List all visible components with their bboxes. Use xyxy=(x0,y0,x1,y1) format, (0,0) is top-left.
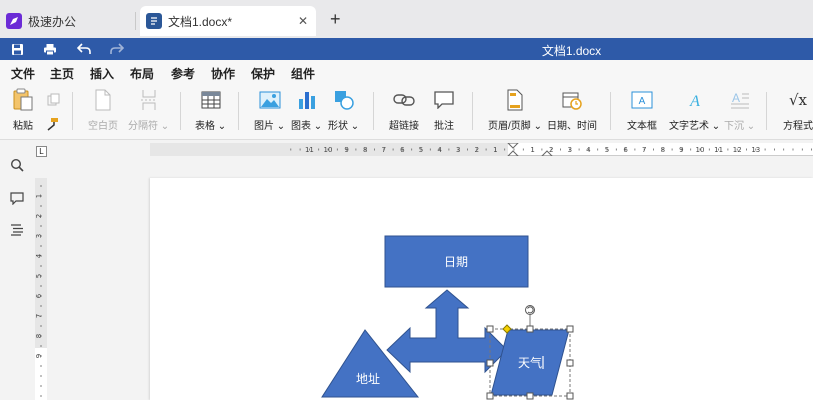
date-time-button[interactable]: 日期、时间 xyxy=(547,88,597,132)
drop-cap-button[interactable]: A 下沉 ⌄ xyxy=(724,88,755,132)
blank-page-button[interactable]: 空白页 xyxy=(88,88,118,132)
menu-insert[interactable]: 插入 xyxy=(90,65,115,88)
menu-home[interactable]: 主页 xyxy=(50,65,74,82)
menu-references[interactable]: 参考 xyxy=(171,65,195,82)
page-break-button[interactable]: 分隔符 ⌄ xyxy=(128,88,169,132)
indent-marker-left[interactable] xyxy=(506,143,522,156)
date-time-label: 日期、时间 xyxy=(547,121,597,132)
table-label: 表格 ⌄ xyxy=(195,121,227,132)
horizontal-ruler[interactable]: 111098765432112345678910111213 xyxy=(150,143,813,156)
ruler-ticks: 111098765432112345678910111213 xyxy=(290,146,812,154)
weather-shape-label: 天气 xyxy=(518,355,542,370)
svg-text:A: A xyxy=(689,93,700,110)
text-box-icon: A xyxy=(630,88,654,112)
indent-marker-right[interactable] xyxy=(541,143,553,156)
search-icon[interactable] xyxy=(8,156,26,174)
menu-collaborate[interactable]: 协作 xyxy=(211,65,235,82)
tab-app-home[interactable]: 极速办公 xyxy=(6,6,134,36)
link-icon xyxy=(392,88,416,112)
image-button[interactable]: 图片 ⌄ xyxy=(254,88,285,132)
comment-label: 批注 xyxy=(434,121,454,132)
page-break-label: 分隔符 ⌄ xyxy=(128,121,170,132)
ribbon-separator xyxy=(72,92,73,130)
comment-icon xyxy=(432,88,456,112)
drawing-canvas: 日期 地址 天气 xyxy=(321,235,574,400)
ribbon-separator xyxy=(238,92,239,130)
comments-panel-icon[interactable] xyxy=(8,189,26,207)
new-tab-button[interactable]: + xyxy=(330,10,341,28)
text-box-button[interactable]: A 文本框 xyxy=(627,88,657,132)
hyperlink-label: 超链接 xyxy=(389,121,419,132)
shape-icon xyxy=(332,88,356,112)
copy-icon[interactable] xyxy=(47,93,60,109)
rotate-handle-icon[interactable] xyxy=(525,305,535,315)
shape-label: 形状 ⌄ xyxy=(328,121,360,132)
blank-page-label: 空白页 xyxy=(88,121,118,132)
image-icon xyxy=(258,88,282,112)
paste-label: 粘贴 xyxy=(13,121,33,132)
svg-text:√x: √x xyxy=(789,91,808,109)
equation-label: 方程式 xyxy=(783,121,813,132)
header-footer-button[interactable]: 页眉/页脚 ⌄ xyxy=(488,88,542,132)
ruler-ticks: 123456789 xyxy=(35,185,43,397)
calendar-icon xyxy=(560,88,584,112)
menu-protect[interactable]: 保护 xyxy=(251,65,275,82)
chart-icon xyxy=(295,88,319,112)
drop-cap-icon: A xyxy=(728,88,752,112)
header-footer-icon xyxy=(503,88,527,112)
word-art-icon: A xyxy=(683,88,707,112)
document-page[interactable]: 日期 地址 天气 xyxy=(150,178,813,400)
image-label: 图片 ⌄ xyxy=(254,121,286,132)
shape-button[interactable]: 形状 ⌄ xyxy=(328,88,359,132)
tab-document-label: 文档1.docx* xyxy=(168,14,233,29)
ribbon-separator xyxy=(373,92,374,130)
menu-bar: 文件 主页 插入 布局 参考 协作 保护 组件 xyxy=(0,60,813,88)
chart-button[interactable]: 图表 ⌄ xyxy=(291,88,322,132)
menu-plugins[interactable]: 组件 xyxy=(291,65,315,82)
tab-bar: 极速办公 文档1.docx* ✕ + xyxy=(0,0,813,38)
navigation-outline-icon[interactable] xyxy=(8,221,26,239)
drop-cap-label: 下沉 ⌄ xyxy=(724,121,756,132)
paste-button[interactable]: 粘贴 xyxy=(11,88,35,132)
header-footer-label: 页眉/页脚 ⌄ xyxy=(488,121,542,132)
menu-layout[interactable]: 布局 xyxy=(130,65,154,82)
tab-document[interactable]: 文档1.docx* ✕ xyxy=(140,6,316,36)
tab-app-label: 极速办公 xyxy=(28,14,77,29)
equation-button[interactable]: √x 方程式 xyxy=(783,88,813,132)
document-title: 文档1.docx xyxy=(541,44,602,58)
page-break-icon xyxy=(137,88,161,112)
ribbon-separator xyxy=(180,92,181,130)
ribbon-separator xyxy=(766,92,767,130)
app-logo-icon xyxy=(6,13,22,29)
word-art-button[interactable]: A 文字艺术 ⌄ xyxy=(669,88,720,132)
tab-divider xyxy=(135,12,136,30)
svg-text:A: A xyxy=(639,96,646,107)
paste-icon xyxy=(11,88,35,112)
title-bar: 文档1.docx xyxy=(0,38,813,60)
blank-page-icon xyxy=(91,88,115,112)
format-painter-icon[interactable] xyxy=(45,117,59,134)
svg-text:A: A xyxy=(732,91,740,105)
comment-button[interactable]: 批注 xyxy=(432,88,456,132)
text-box-label: 文本框 xyxy=(627,121,657,132)
chart-label: 图表 ⌄ xyxy=(291,121,323,132)
word-art-label: 文字艺术 ⌄ xyxy=(669,121,721,132)
ribbon-separator xyxy=(610,92,611,130)
address-shape-label: 地址 xyxy=(356,372,380,386)
hyperlink-button[interactable]: 超链接 xyxy=(389,88,419,132)
left-sidebar xyxy=(0,141,33,400)
table-button[interactable]: 表格 ⌄ xyxy=(195,88,226,132)
ribbon-separator xyxy=(472,92,473,130)
menu-file[interactable]: 文件 xyxy=(11,65,35,82)
equation-icon: √x xyxy=(786,88,810,112)
date-shape-label: 日期 xyxy=(444,255,468,269)
table-icon xyxy=(199,88,223,112)
close-tab-icon[interactable]: ✕ xyxy=(298,14,308,28)
tab-stop-selector[interactable]: L xyxy=(36,146,47,157)
vertical-ruler[interactable]: 123456789 xyxy=(35,178,47,400)
ribbon-toolbar: 粘贴 空白页 分隔符 ⌄ 表格 ⌄ 图片 ⌄ 图表 ⌄ 形状 ⌄ 超链接 批注 … xyxy=(0,84,813,140)
document-icon xyxy=(146,13,162,29)
